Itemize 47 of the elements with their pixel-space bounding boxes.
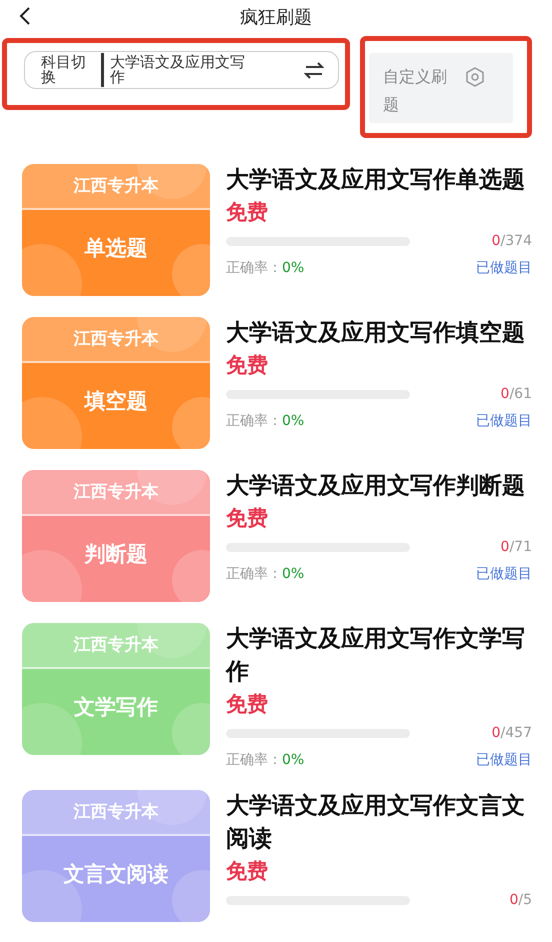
progress-count: 0/71 [500,539,532,555]
back-icon [18,6,32,26]
banner-subtitle: 江西专升本 [72,801,160,823]
answered-link[interactable]: 已做题目 [476,565,532,583]
price-label: 免费 [226,505,269,532]
accuracy-text: 正确率：0% [226,751,304,769]
answered-link[interactable]: 已做题目 [476,412,532,430]
custom-practice-button[interactable]: 自定义刷题 [369,53,513,123]
page-title: 疯狂刷题 [240,6,312,29]
banner[interactable]: 江西专升本 文学写作 [22,623,210,755]
banner-subtitle: 江西专升本 [72,634,160,656]
banner[interactable]: 江西专升本 单选题 [22,164,210,296]
custom-practice-label: 自定义刷题 [383,66,448,116]
banner-title: 文言文阅读 [62,861,170,888]
question-set-title: 大学语文及应用文写作文言文阅读 [226,792,526,854]
question-set-title: 大学语文及应用文写作单选题 [226,166,526,195]
banner-subtitle: 江西专升本 [72,175,160,197]
question-set-title: 大学语文及应用文写作填空题 [226,319,526,348]
banner-subtitle: 江西专升本 [72,328,160,350]
banner-title: 填空题 [82,388,148,415]
banner[interactable]: 江西专升本 文言文阅读 [22,790,210,922]
accuracy-text: 正确率：0% [226,412,304,430]
price-label: 免费 [226,691,269,718]
question-set-title: 大学语文及应用文写作判断题 [226,472,526,501]
answered-link[interactable]: 已做题目 [476,259,532,277]
banner[interactable]: 江西专升本 判断题 [22,470,210,602]
banner[interactable]: 江西专升本 填空题 [22,317,210,449]
progress-count: 0/61 [500,386,532,402]
swap-icon [304,60,324,80]
accuracy-text: 正确率：0% [226,565,304,583]
subject-selector[interactable]: 科目切换 大学语文及应用文写作 [24,51,339,89]
selector-label: 科目切换 [41,55,87,85]
subject-name: 大学语文及应用文写作 [110,55,246,85]
banner-title: 判断题 [83,541,148,568]
banner-title: 文学写作 [73,694,159,721]
hexagon-icon [465,67,485,87]
progress-count: 0/374 [492,233,532,249]
progress-count: 0/457 [492,725,532,741]
price-label: 免费 [226,199,269,226]
banner-subtitle: 江西专升本 [72,481,160,503]
price-label: 免费 [226,858,269,885]
answered-link[interactable]: 已做题目 [476,751,532,769]
banner-title: 单选题 [84,235,148,262]
accuracy-text: 正确率：0% [226,259,304,277]
question-set-title: 大学语文及应用文写作文学写作 [226,625,526,687]
progress-count: 0/5 [509,892,532,908]
price-label: 免费 [226,352,269,379]
